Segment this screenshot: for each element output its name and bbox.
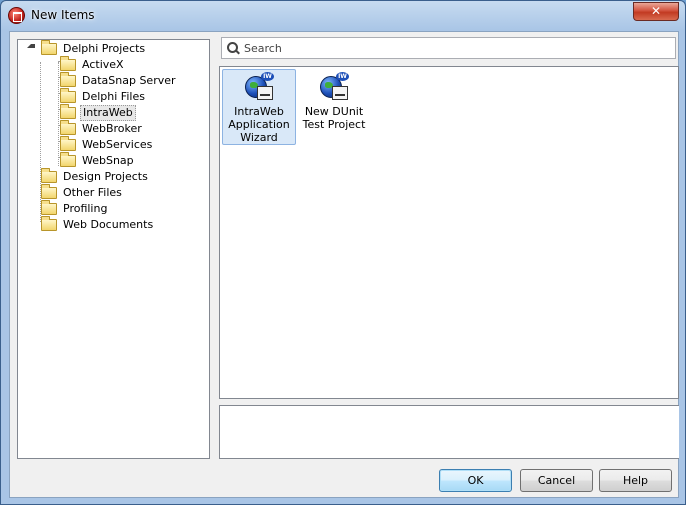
item-label: New DUnit Test Project <box>302 105 366 131</box>
folder-icon <box>60 152 76 167</box>
tree-item-webbroker[interactable]: WebBroker <box>60 120 144 137</box>
folder-icon <box>60 72 76 87</box>
close-button[interactable]: ✕ <box>633 2 679 21</box>
new-items-dialog: New Items ✕ Delphi Projects ActiveX Data… <box>0 0 686 505</box>
description-panel <box>219 405 679 459</box>
tree-item-delphi-projects[interactable]: Delphi Projects <box>41 40 147 57</box>
folder-icon <box>60 104 76 119</box>
search-input[interactable] <box>244 41 664 55</box>
folder-icon <box>41 40 57 55</box>
cancel-button[interactable]: Cancel <box>520 469 593 492</box>
intraweb-wizard-icon: IW <box>243 72 275 104</box>
item-intraweb-application-wizard[interactable]: IW IntraWeb Application Wizard <box>222 69 296 145</box>
tree-item-webservices[interactable]: WebServices <box>60 136 154 153</box>
item-label: IntraWeb Application Wizard <box>228 105 290 144</box>
app-icon <box>8 7 25 24</box>
ok-button[interactable]: OK <box>439 469 512 492</box>
category-tree[interactable]: Delphi Projects ActiveX DataSnap Server … <box>17 39 210 459</box>
folder-icon <box>60 56 76 71</box>
tree-item-datasnap-server[interactable]: DataSnap Server <box>60 72 178 89</box>
folder-icon <box>60 136 76 151</box>
item-new-dunit-test-project[interactable]: IW New DUnit Test Project <box>297 69 371 145</box>
tree-item-design-projects[interactable]: Design Projects <box>41 168 150 185</box>
folder-icon <box>41 184 57 199</box>
search-box[interactable] <box>221 37 676 59</box>
title-bar[interactable]: New Items ✕ <box>1 1 685 30</box>
tree-item-other-files[interactable]: Other Files <box>41 184 124 201</box>
help-button[interactable]: Help <box>599 469 672 492</box>
folder-icon <box>60 88 76 103</box>
tree-item-profiling[interactable]: Profiling <box>41 200 109 217</box>
search-icon <box>226 41 240 55</box>
tree-item-activex[interactable]: ActiveX <box>60 56 126 73</box>
tree-item-delphi-files[interactable]: Delphi Files <box>60 88 147 105</box>
tree-item-web-documents[interactable]: Web Documents <box>41 216 155 233</box>
folder-icon <box>41 200 57 215</box>
folder-icon <box>60 120 76 135</box>
folder-icon <box>41 216 57 231</box>
folder-icon <box>41 168 57 183</box>
expand-collapse-icon[interactable] <box>27 44 35 48</box>
dunit-test-project-icon: IW <box>318 72 350 104</box>
dialog-client: Delphi Projects ActiveX DataSnap Server … <box>9 31 679 498</box>
items-list[interactable]: IW IntraWeb Application Wizard IW New DU… <box>219 66 679 399</box>
window-title: New Items <box>31 8 95 22</box>
tree-item-intraweb[interactable]: IntraWeb <box>60 104 136 121</box>
tree-item-websnap[interactable]: WebSnap <box>60 152 136 169</box>
